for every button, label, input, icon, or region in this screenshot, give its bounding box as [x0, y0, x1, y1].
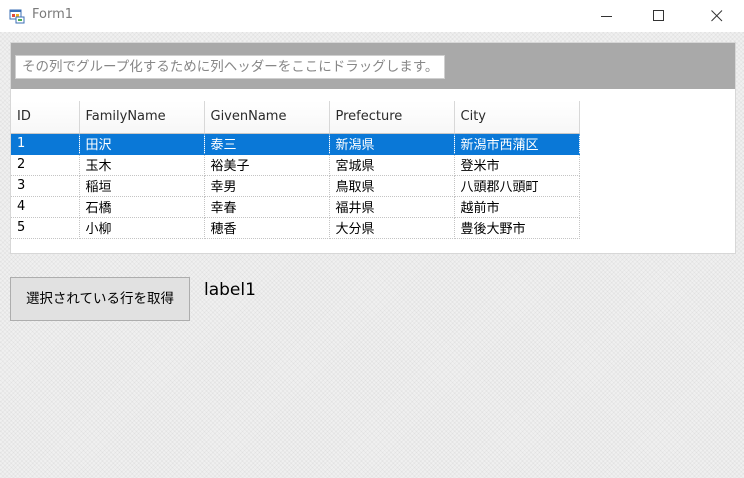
cell-prefecture[interactable]: 福井県 — [329, 196, 455, 218]
title-bar[interactable]: Form1 — [0, 0, 744, 32]
cell-given-name[interactable]: 穂香 — [204, 217, 330, 239]
column-header-family-name[interactable]: FamilyName — [79, 101, 205, 134]
form-app-icon — [9, 8, 25, 24]
form-client-area: その列でグループ化するために列ヘッダーをここにドラッグします。 ID Famil… — [0, 32, 744, 478]
cell-id[interactable]: 2 — [11, 154, 80, 176]
minimize-icon — [601, 16, 612, 17]
data-grid-control[interactable]: その列でグループ化するために列ヘッダーをここにドラッグします。 ID Famil… — [10, 42, 736, 254]
cell-id[interactable]: 1 — [11, 133, 80, 155]
group-panel-hint: その列でグループ化するために列ヘッダーをここにドラッグします。 — [15, 55, 446, 79]
cell-given-name[interactable]: 幸男 — [204, 175, 330, 197]
column-header-id[interactable]: ID — [11, 101, 80, 134]
cell-id[interactable]: 4 — [11, 196, 80, 218]
column-header-prefecture[interactable]: Prefecture — [329, 101, 455, 134]
table-row[interactable]: 1 田沢 泰三 新潟県 新潟市西蒲区 — [11, 133, 580, 155]
cell-city[interactable]: 登米市 — [454, 154, 580, 176]
table-row[interactable]: 5 小柳 穂香 大分県 豊後大野市 — [11, 217, 580, 239]
cell-city[interactable]: 豊後大野市 — [454, 217, 580, 239]
table-row[interactable]: 2 玉木 裕美子 宮城県 登米市 — [11, 154, 580, 176]
cell-prefecture[interactable]: 大分県 — [329, 217, 455, 239]
get-selected-row-button[interactable]: 選択されている行を取得 — [10, 277, 190, 321]
cell-given-name[interactable]: 泰三 — [204, 133, 330, 155]
cell-city[interactable]: 越前市 — [454, 196, 580, 218]
maximize-button[interactable] — [636, 0, 682, 32]
cell-family-name[interactable]: 小柳 — [79, 217, 205, 239]
maximize-icon — [653, 10, 664, 21]
cell-city[interactable]: 新潟市西蒲区 — [454, 133, 580, 155]
column-header-given-name[interactable]: GivenName — [204, 101, 330, 134]
table-row[interactable]: 4 石橋 幸春 福井県 越前市 — [11, 196, 580, 218]
cell-city[interactable]: 八頭郡八頭町 — [454, 175, 580, 197]
cell-family-name[interactable]: 田沢 — [79, 133, 205, 155]
cell-prefecture[interactable]: 宮城県 — [329, 154, 455, 176]
cell-family-name[interactable]: 稲垣 — [79, 175, 205, 197]
minimize-button[interactable] — [584, 0, 630, 32]
cell-family-name[interactable]: 石橋 — [79, 196, 205, 218]
cell-family-name[interactable]: 玉木 — [79, 154, 205, 176]
cell-prefecture[interactable]: 新潟県 — [329, 133, 455, 155]
output-label: label1 — [204, 280, 256, 300]
close-button[interactable] — [694, 0, 740, 32]
cell-prefecture[interactable]: 鳥取県 — [329, 175, 455, 197]
data-grid[interactable]: ID FamilyName GivenName Prefecture City … — [11, 101, 580, 239]
group-panel[interactable]: その列でグループ化するために列ヘッダーをここにドラッグします。 — [11, 43, 735, 89]
cell-id[interactable]: 5 — [11, 217, 80, 239]
header-row: ID FamilyName GivenName Prefecture City — [11, 101, 580, 134]
window-title: Form1 — [32, 7, 74, 22]
close-icon — [711, 10, 723, 22]
column-header-city[interactable]: City — [454, 101, 580, 134]
cell-id[interactable]: 3 — [11, 175, 80, 197]
cell-given-name[interactable]: 裕美子 — [204, 154, 330, 176]
table-row[interactable]: 3 稲垣 幸男 鳥取県 八頭郡八頭町 — [11, 175, 580, 197]
cell-given-name[interactable]: 幸春 — [204, 196, 330, 218]
